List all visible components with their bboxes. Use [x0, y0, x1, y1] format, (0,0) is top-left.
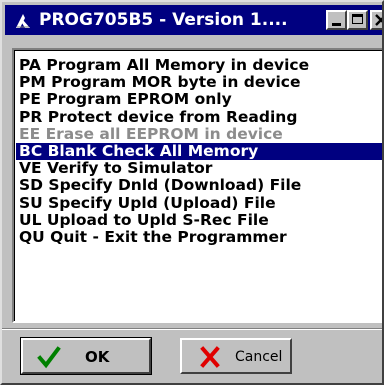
maximize-button[interactable] [347, 10, 368, 30]
list-item[interactable]: SD Specify Dnld (Download) File [16, 177, 382, 194]
ok-button-label: OK [85, 348, 110, 366]
button-area-divider-highlight [2, 329, 382, 330]
list-item[interactable]: PM Program MOR byte in device [16, 74, 382, 91]
programmer-dialog-window: PROG705B5 - Version 1.... PA Program All… [0, 0, 384, 385]
list-item[interactable]: PA Program All Memory in device [16, 57, 382, 74]
title-bar[interactable]: PROG705B5 - Version 1.... [5, 5, 382, 35]
close-icon [374, 12, 382, 28]
app-logo-icon[interactable] [14, 12, 32, 30]
list-item[interactable]: PE Program EPROM only [16, 91, 382, 108]
list-item[interactable]: VE Verify to Simulator [16, 160, 382, 177]
x-mark-icon [198, 345, 222, 369]
list-item[interactable]: PR Protect device from Reading [16, 108, 382, 126]
list-item[interactable]: SU Specify Upld (Upload) File [16, 194, 382, 212]
close-button[interactable] [370, 10, 382, 30]
list-item[interactable]: UL Upload to Upld S-Rec File [16, 211, 382, 229]
cancel-button-label: Cancel [235, 349, 283, 365]
minimize-button[interactable] [326, 10, 347, 30]
checkmark-icon [37, 345, 61, 369]
list-item[interactable]: QU Quit - Exit the Programmer [16, 229, 382, 246]
maximize-icon [352, 14, 363, 24]
cancel-button[interactable]: Cancel [180, 338, 292, 374]
command-list: PA Program All Memory in device PM Progra… [14, 50, 382, 321]
list-item[interactable]: EE Erase all EEPROM in device [16, 125, 382, 143]
list-item[interactable]: BC Blank Check All Memory [16, 143, 382, 160]
command-listbox[interactable]: PA Program All Memory in device PM Progra… [12, 48, 382, 323]
window-title: PROG705B5 - Version 1.... [39, 10, 288, 30]
ok-button[interactable]: OK [20, 337, 152, 375]
minimize-icon [332, 23, 341, 26]
